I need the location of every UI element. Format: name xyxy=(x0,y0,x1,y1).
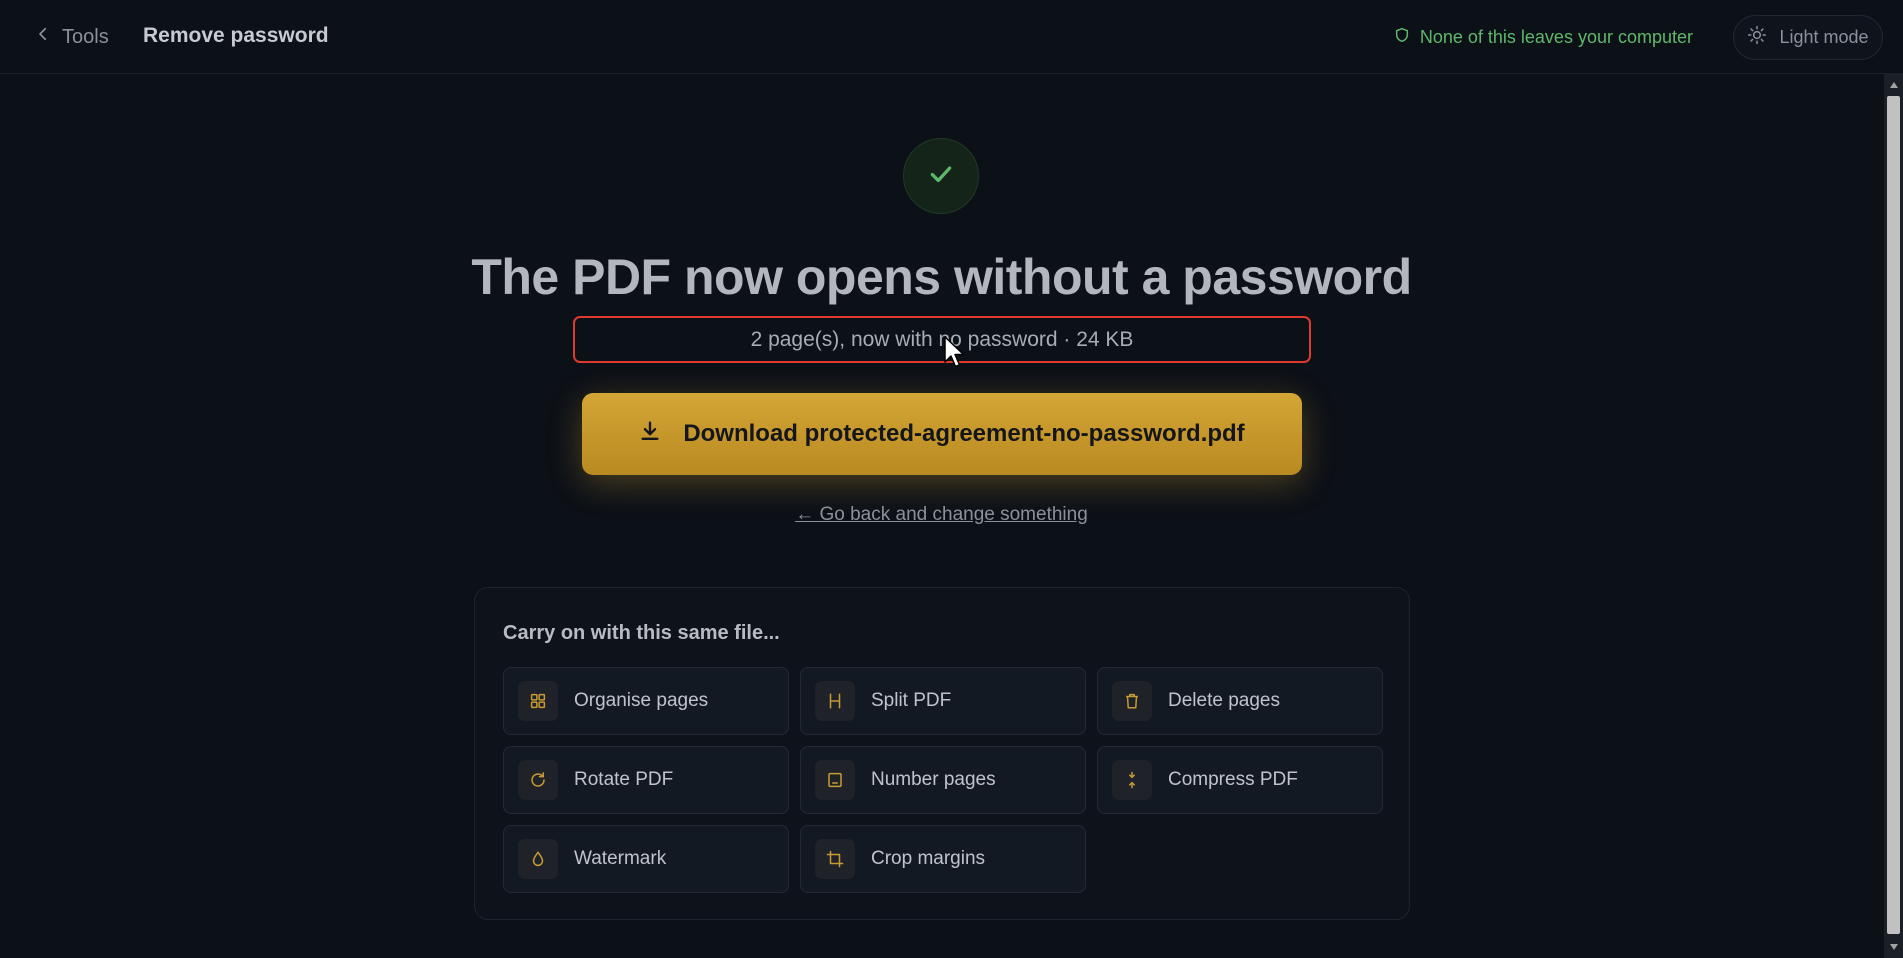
top-bar: Tools Remove password None of this leave… xyxy=(0,0,1903,74)
next-steps-card: Carry on with this same file... Organise… xyxy=(474,587,1410,920)
tool-rotate-pdf[interactable]: Rotate PDF xyxy=(503,746,789,814)
tool-label: Crop margins xyxy=(871,848,986,869)
privacy-note-text: None of this leaves your computer xyxy=(1419,27,1693,47)
tool-label: Delete pages xyxy=(1168,690,1280,711)
light-mode-toggle[interactable]: Light mode xyxy=(1733,15,1883,60)
tool-split-pdf[interactable]: Split PDF xyxy=(800,667,1086,735)
tool-organise-pages[interactable]: Organise pages xyxy=(503,667,789,735)
tool-label: Rotate PDF xyxy=(574,769,674,790)
tool-watermark[interactable]: Watermark xyxy=(503,825,789,893)
checkmark-icon xyxy=(928,161,954,192)
tool-number-pages[interactable]: Number pages xyxy=(800,746,1086,814)
page-title: Remove password xyxy=(143,24,329,47)
split-icon xyxy=(815,681,855,721)
crop-icon xyxy=(815,839,855,879)
sun-icon xyxy=(1747,25,1767,50)
droplet-icon xyxy=(518,839,558,879)
privacy-note: None of this leaves your computer xyxy=(1394,26,1693,49)
page-number-icon xyxy=(815,760,855,800)
tool-label: Organise pages xyxy=(574,690,709,711)
next-steps-grid: Organise pages Split PDF Delete pages Ro… xyxy=(503,667,1383,893)
success-badge xyxy=(903,138,979,214)
scroll-down-arrow-icon[interactable] xyxy=(1884,938,1903,956)
back-link-label: Tools xyxy=(62,25,109,48)
rotate-icon xyxy=(518,760,558,800)
back-to-tools-link[interactable]: Tools xyxy=(34,22,109,52)
tool-label: Watermark xyxy=(574,848,667,869)
download-icon xyxy=(639,420,661,449)
tool-label: Compress PDF xyxy=(1168,769,1298,790)
tool-label: Split PDF xyxy=(871,690,952,711)
trash-icon xyxy=(1112,681,1152,721)
light-mode-label: Light mode xyxy=(1779,27,1869,47)
download-button-label: Download protected-agreement-no-password… xyxy=(683,420,1245,447)
go-back-change-link[interactable]: ← Go back and change something xyxy=(0,504,1883,526)
result-summary: 2 page(s), now with no password · 24 KB xyxy=(573,316,1311,363)
compress-icon xyxy=(1112,760,1152,800)
result-headline: The PDF now opens without a password xyxy=(471,249,1412,305)
scroll-up-arrow-icon[interactable] xyxy=(1884,76,1903,94)
scrollbar-thumb[interactable] xyxy=(1887,96,1900,934)
tool-delete-pages[interactable]: Delete pages xyxy=(1097,667,1383,735)
grid-icon xyxy=(518,681,558,721)
tool-crop-margins[interactable]: Crop margins xyxy=(800,825,1086,893)
vertical-scrollbar[interactable] xyxy=(1884,74,1903,958)
tool-label: Number pages xyxy=(871,769,996,790)
next-steps-title: Carry on with this same file... xyxy=(503,622,780,644)
chevron-left-icon xyxy=(34,25,52,49)
download-button[interactable]: Download protected-agreement-no-password… xyxy=(582,393,1302,475)
shield-icon xyxy=(1394,26,1410,49)
tool-compress-pdf[interactable]: Compress PDF xyxy=(1097,746,1383,814)
